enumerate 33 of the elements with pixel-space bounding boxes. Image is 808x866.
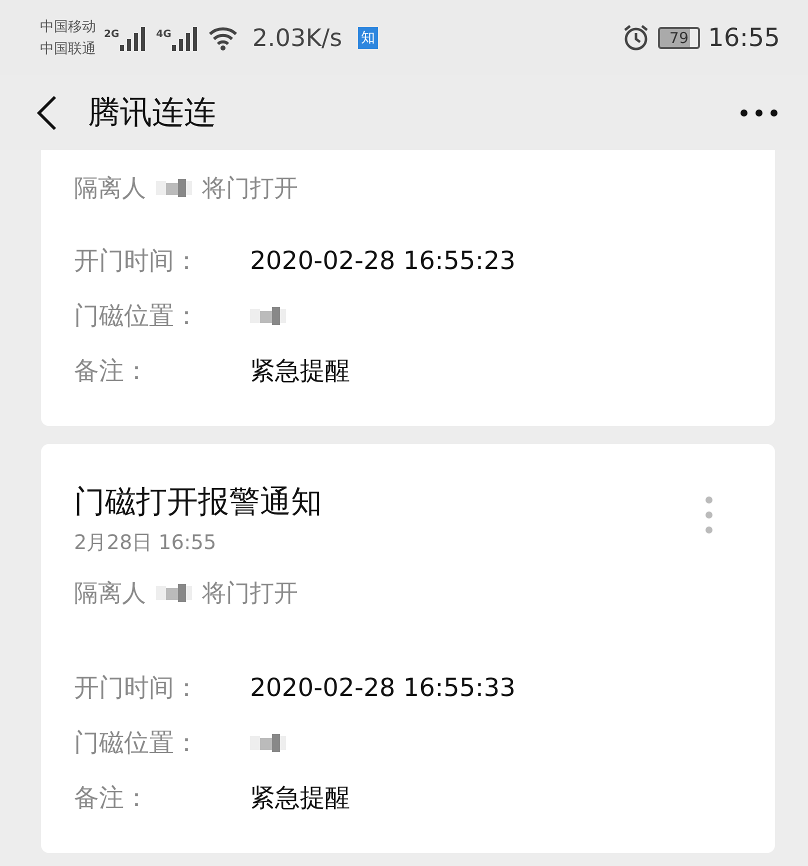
field-label: 备注： [74,782,150,814]
description-text: 将门打开 [202,578,298,609]
carrier-name: 中国联通 [40,40,96,58]
back-icon[interactable] [36,94,58,130]
field-value: 紧急提醒 [250,355,350,387]
description-text: 隔离人 [74,173,146,204]
network-speed: 2.03K/s [252,24,342,52]
network-type: 2G [104,28,120,40]
description-text: 隔离人 [74,578,146,609]
redaction-mosaic [156,177,192,199]
carrier-name: 中国移动 [40,18,96,36]
field-label: 备注： [74,355,150,387]
redaction-mosaic [156,582,192,604]
network-type: 4G [156,28,172,40]
field-value: 2020-02-28 16:55:23 [250,245,516,277]
more-icon[interactable] [740,108,778,116]
field-value: 紧急提醒 [250,782,350,814]
redaction-mosaic [250,305,286,327]
field-label: 门磁位置： [74,300,200,332]
clock: 16:55 [708,23,780,52]
field-label: 开门时间： [74,245,200,277]
card-title: 门磁打开报警通知 [74,483,322,522]
alarm-icon [622,24,650,52]
battery-indicator: 79 [658,26,700,48]
field-value: 2020-02-28 16:55:33 [250,672,516,704]
page-title: 腾讯连连 [88,92,216,132]
field-label: 开门时间： [74,672,200,704]
field-label: 门磁位置： [74,727,200,759]
app-badge: 知 [358,26,378,48]
wifi-icon [208,24,238,50]
description-text: 将门打开 [202,173,298,204]
card-date: 2月28日 16:55 [74,529,216,556]
redaction-mosaic [250,732,286,754]
